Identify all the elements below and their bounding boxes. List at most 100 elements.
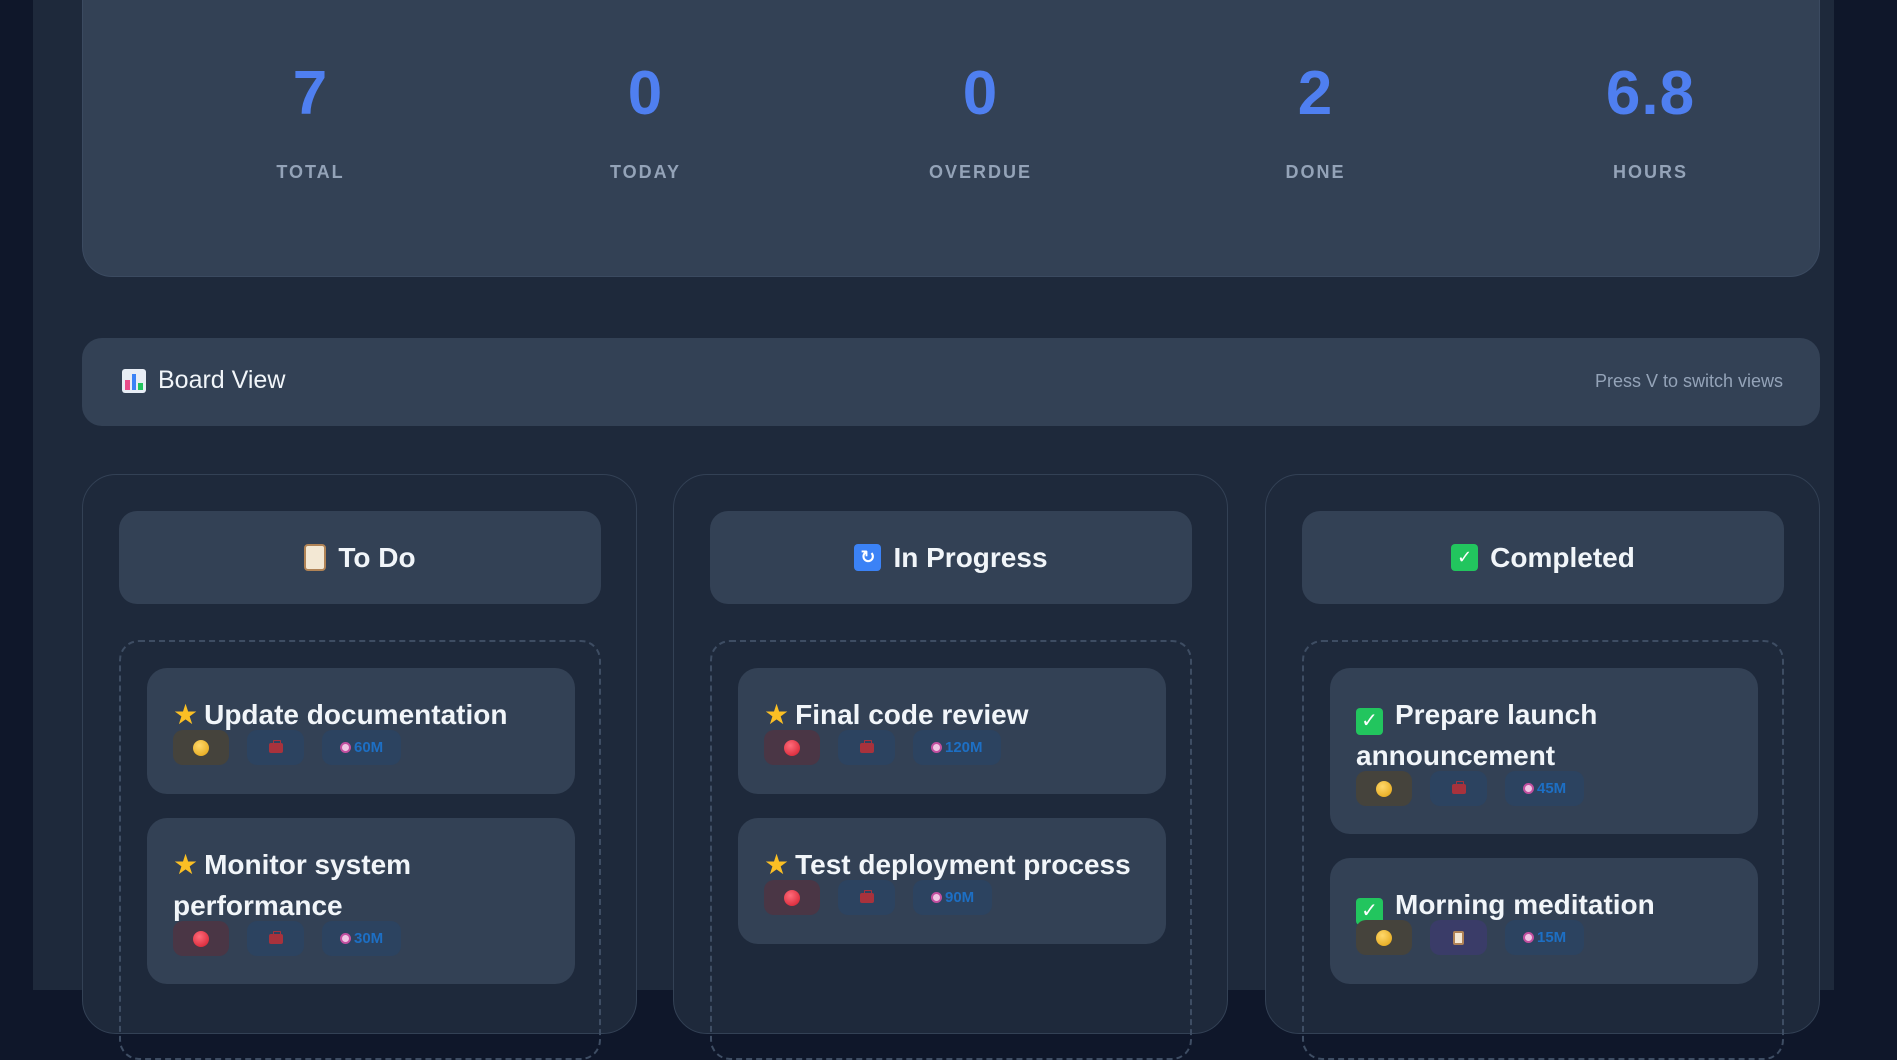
check-icon: ✓ [1356,708,1383,735]
column-header: To Do [119,511,601,604]
check-icon: ✓ [1451,544,1479,571]
priority-badge [1356,920,1412,955]
refresh-icon: ↻ [854,544,882,571]
priority-badge [764,730,820,765]
task-title-row: ✓ Prepare launch announcement [1356,694,1746,776]
column-header: ↻ In Progress [710,511,1192,604]
time-badge: 30M [322,921,402,956]
column-completed: ✓ Completed ✓ Prepare launch announcement… [1265,474,1820,1060]
alarm-clock-icon [340,742,351,753]
priority-badge [173,730,229,765]
task-title-row: ★ Monitor system performance [173,844,563,926]
category-badge [1430,920,1487,955]
briefcase-icon [859,739,874,753]
task-card[interactable]: ★ Test deployment process 90M [738,818,1166,944]
task-title: Update documentation [204,699,508,730]
alarm-clock-icon [931,742,942,753]
category-badge [838,730,895,765]
column-title: In Progress [893,541,1048,573]
task-card[interactable]: ★ Final code review 120M [738,668,1166,794]
time-estimate: 90M [945,889,975,906]
app-container: 7 TOTAL 0 TODAY 0 OVERDUE 2 DONE 6.8 HOU… [33,0,1834,1060]
task-chips: 60M [173,730,402,765]
column-title: To Do [338,541,416,573]
stat-label: DONE [1285,162,1346,182]
stat-today: 0 TODAY [478,0,813,183]
stat-hours: 6.8 HOURS [1483,0,1818,183]
priority-dot-icon [193,930,209,947]
priority-dot-icon [784,739,800,756]
priority-badge [173,921,229,956]
column-title: Completed [1490,541,1635,573]
briefcase-icon [268,930,283,944]
stat-value: 0 [627,59,664,128]
time-estimate: 30M [354,930,384,947]
column-in-progress: ↻ In Progress ★ Final code review 120M ★ T… [673,474,1228,1060]
category-badge [247,921,304,956]
priority-badge [764,880,820,915]
stat-value: 2 [1297,59,1334,128]
column-dropzone[interactable]: ★ Update documentation 60M ★ Monitor syste… [119,640,601,1060]
task-card[interactable]: ✓ Prepare launch announcement 45M [1330,668,1758,834]
clipboard-icon [1453,930,1464,945]
task-card[interactable]: ✓ Morning meditation 15M [1330,858,1758,984]
view-toggle-bar[interactable]: Board View Press V to switch views [82,338,1820,426]
task-title-row: ★ Final code review [764,694,1154,735]
task-title: Final code review [795,699,1029,730]
column-dropzone[interactable]: ★ Final code review 120M ★ Test deployment… [710,640,1192,1060]
briefcase-icon [268,739,283,753]
stat-done: 2 DONE [1148,0,1483,183]
time-badge: 120M [913,730,1001,765]
stats-panel: 7 TOTAL 0 TODAY 0 OVERDUE 2 DONE 6.8 HOU… [82,0,1820,277]
priority-dot-icon [193,739,209,756]
briefcase-icon [859,889,874,903]
task-chips: 45M [1356,771,1585,806]
clipboard-icon [304,544,327,571]
briefcase-icon [1451,780,1466,794]
time-badge: 15M [1505,920,1585,955]
column-dropzone[interactable]: ✓ Prepare launch announcement 45M ✓ Mornin… [1302,640,1784,1060]
stat-value: 6.8 [1605,59,1696,128]
task-card[interactable]: ★ Update documentation 60M [147,668,575,794]
time-estimate: 60M [354,739,384,756]
task-chips: 30M [173,921,402,956]
time-estimate: 120M [945,739,983,756]
star-icon: ★ [173,849,199,880]
stat-value: 0 [962,59,999,128]
task-title-row: ★ Test deployment process [764,844,1154,885]
task-title: Test deployment process [795,849,1131,880]
stat-label: TODAY [609,162,682,182]
stat-value: 7 [292,59,329,128]
stat-overdue: 0 OVERDUE [813,0,1148,183]
task-title: Morning meditation [1395,889,1655,920]
stat-label: TOTAL [276,162,345,182]
time-badge: 60M [322,730,402,765]
star-icon: ★ [764,849,790,880]
stat-label: OVERDUE [928,162,1032,182]
priority-badge [1356,771,1412,806]
star-icon: ★ [173,699,199,730]
category-badge [247,730,304,765]
category-badge [838,880,895,915]
alarm-clock-icon [931,892,942,903]
task-title-row: ✓ Morning meditation [1356,884,1746,925]
task-title: Prepare launch announcement [1356,699,1598,771]
time-badge: 90M [913,880,993,915]
task-card[interactable]: ★ Monitor system performance 30M [147,818,575,984]
stat-label: HOURS [1612,162,1688,182]
task-chips: 120M [764,730,1001,765]
column-todo: To Do ★ Update documentation 60M ★ Monitor… [82,474,637,1060]
alarm-clock-icon [1523,783,1534,794]
task-title: Monitor system performance [173,849,412,921]
task-chips: 90M [764,880,993,915]
task-chips: 15M [1356,920,1585,955]
view-title-label: Board View [158,366,286,394]
bar-chart-icon [122,368,146,393]
column-header: ✓ Completed [1302,511,1784,604]
time-estimate: 15M [1537,929,1567,946]
category-badge [1430,771,1487,806]
priority-dot-icon [1376,780,1392,797]
alarm-clock-icon [340,933,351,944]
view-title: Board View [122,366,285,395]
star-icon: ★ [764,699,790,730]
